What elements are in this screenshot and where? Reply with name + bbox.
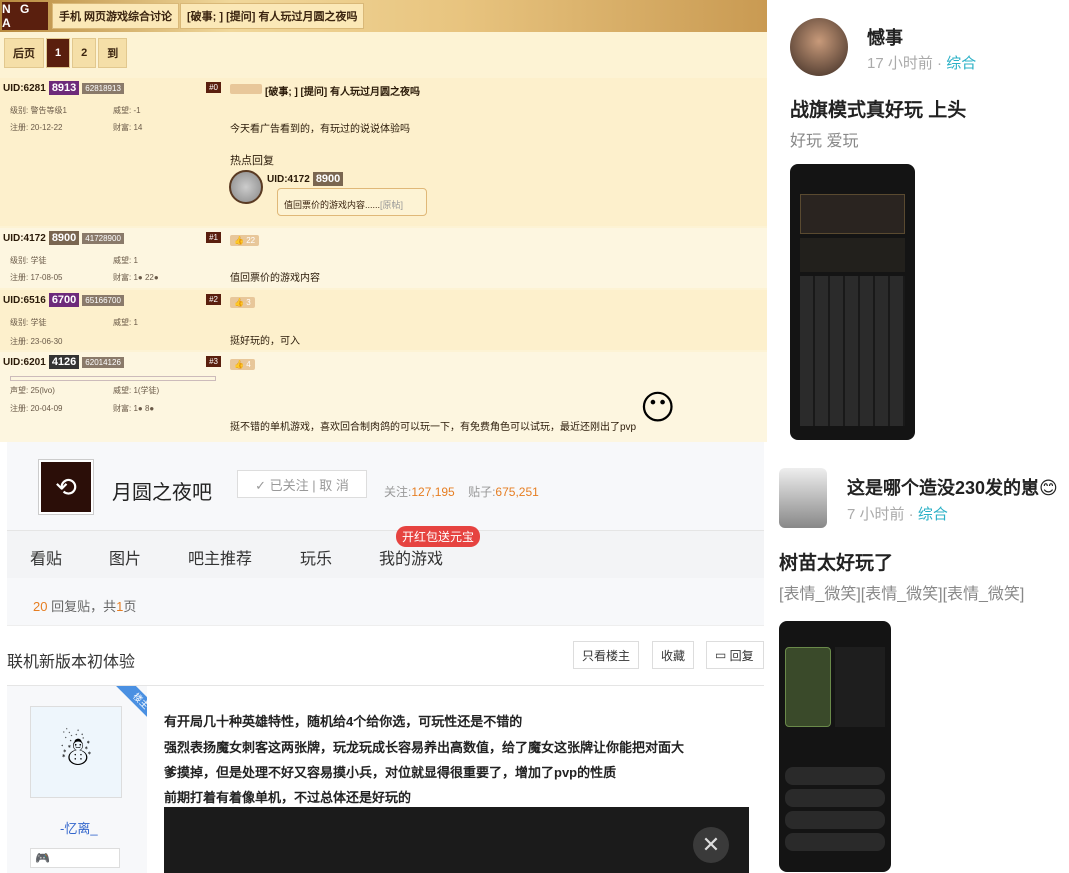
game-badge[interactable]: 🎮 xyxy=(30,848,120,868)
avatar[interactable] xyxy=(790,18,848,76)
favorite-button[interactable]: 收藏 xyxy=(652,641,695,669)
feed-author[interactable]: 这是哪个造没230发的崽😊 xyxy=(847,474,1058,500)
feed-subtitle: 好玩 爱玩 xyxy=(790,133,859,150)
nav-recommend[interactable]: 吧主推荐 xyxy=(188,545,252,569)
post-line-1: 有开局几十种英雄特性，随机给4个给你选，可玩性还是不错的 xyxy=(164,714,523,729)
floor-number[interactable]: #2 xyxy=(206,294,221,305)
feed-image[interactable] xyxy=(779,621,891,872)
emoji-icon: 😊 xyxy=(1039,478,1058,498)
bar-header: ⟲ 月圆之夜吧 ✓ 已关注 | 取 消 关注:127,195 贴子:675,25… xyxy=(7,442,764,530)
user-prestige: 威望: 1 xyxy=(113,318,138,327)
only-op-button[interactable]: 只看楼主 xyxy=(573,641,640,669)
user-reg: 注册: 23-06-30 xyxy=(10,337,63,346)
feed-panel: 憾事 17 小时前 · 综合 战旗模式真好玩 上头 好玩 爱玩 这是哪个造没23… xyxy=(767,0,1069,872)
user-wealth: 财富: 1● 8● xyxy=(113,404,155,413)
user-wealth: 财富: 14 xyxy=(113,123,143,132)
gamepad-icon: 🎮 xyxy=(35,851,50,865)
floor-number[interactable]: #3 xyxy=(206,356,221,367)
post-uid[interactable]: UID:6516 6700 65166700 xyxy=(3,293,223,307)
like-badge[interactable] xyxy=(230,84,262,94)
floor-number[interactable]: #0 xyxy=(206,82,221,93)
user-reg: 注册: 20-04-09 xyxy=(10,404,63,413)
post-row-1: UID:4172 8900 41728900 #1 级别: 学徒 威望: 1 注册:… xyxy=(0,228,767,288)
crumb-thread[interactable]: [破事; ] [提问] 有人玩过月圆之夜吗 xyxy=(180,3,365,29)
red-packet-badge[interactable]: 开红包送元宝 xyxy=(396,526,481,547)
user-reg: 注册: 17-08-05 xyxy=(10,273,63,282)
thread-title: 联机新版本初体验 xyxy=(7,654,136,671)
user-reg: 注册: 20-12-22 xyxy=(10,123,63,132)
post-row-3: UID:6201 4126 62014126 #3 声望: 25(lvo) 威望: … xyxy=(0,352,767,442)
feed-title[interactable]: 树苗太好玩了 xyxy=(779,548,893,575)
avatar[interactable] xyxy=(229,170,263,204)
pager: 后页 1 2 到 xyxy=(4,38,129,68)
reply-count: 20 回复贴，共1页 xyxy=(7,578,764,626)
op-ribbon: 楼主 xyxy=(107,686,147,726)
feed-time: 7 小时前 · 综合 xyxy=(847,506,948,523)
level-bar xyxy=(10,376,216,381)
post-row-0: UID:6281 8913 62818913 #0 级别: 警告等级1 威望: -1… xyxy=(0,78,767,226)
crumb-forum[interactable]: 手机 网页游戏综合讨论 xyxy=(52,3,180,29)
bar-name[interactable]: 月圆之夜吧 xyxy=(112,476,212,505)
post-floor: ☃ -忆离_ 🎮 楼主 有开局几十种英雄特性，随机给4个给你选，可玩性还是不错的… xyxy=(7,685,764,873)
post-video[interactable]: ✕ xyxy=(164,807,749,873)
comment-icon: ▭ xyxy=(715,648,730,662)
post-text: 挺好玩的，可入 xyxy=(230,336,300,347)
user-prestige: 威望: -1 xyxy=(113,106,141,115)
user-level: 级别: 学徒 xyxy=(10,318,47,327)
nga-logo[interactable]: N G A xyxy=(2,2,48,30)
hot-reply-label: 热点回复 xyxy=(230,155,274,167)
post-text: 今天看广告看到的，有玩过的说说体验吗 xyxy=(230,124,410,135)
post-line-3: 爹摸掉，但是处理不好又容易摸小兵，对位就显得很重要了，增加了pvp的性质 xyxy=(164,765,617,780)
feed-subtitle: [表情_微笑][表情_微笑][表情_微笑] xyxy=(779,586,1025,603)
nga-header: N G A 手机 网页游戏综合讨论 [破事; ] [提问] 有人玩过月圆之夜吗 xyxy=(0,0,767,32)
feed-image[interactable] xyxy=(790,164,915,440)
post-title: [破事; ] [提问] 有人玩过月圆之夜吗 xyxy=(265,87,420,98)
nga-forum-panel: N G A 手机 网页游戏综合讨论 [破事; ] [提问] 有人玩过月圆之夜吗 … xyxy=(0,0,767,442)
floor-number[interactable]: #1 xyxy=(206,232,221,243)
hot-reply-uid[interactable]: UID:4172 8900 xyxy=(267,172,344,186)
reply-button[interactable]: ▭ 回复 xyxy=(706,641,764,669)
hot-reply-bubble[interactable]: 值回票价的游戏内容......[原帖] xyxy=(277,188,427,216)
user-level: 级别: 警告等级1 xyxy=(10,106,67,115)
nav-play[interactable]: 玩乐 xyxy=(300,545,332,569)
post-text: 值回票价的游戏内容 xyxy=(230,273,320,284)
post-row-2: UID:6516 6700 65166700 #2 级别: 学徒 威望: 1 注册:… xyxy=(0,290,767,350)
pager-prev[interactable]: 后页 xyxy=(4,38,44,68)
bar-stats: 关注:127,195 贴子:675,251 xyxy=(384,485,539,499)
user-prestige: 威望: 1 xyxy=(113,256,138,265)
post-uid[interactable]: UID:4172 8900 41728900 xyxy=(3,231,223,245)
like-badge[interactable]: 👍 4 xyxy=(230,359,255,370)
feed-title[interactable]: 战旗模式真好玩 上头 xyxy=(790,95,966,122)
post-uid[interactable]: UID:6281 8913 62818913 xyxy=(3,81,223,95)
post-line-2: 强烈表扬魔女刺客这两张牌，玩龙玩成长容易养出高数值，给了魔女这张牌让你能把对面大 xyxy=(164,740,685,755)
pager-page-2[interactable]: 2 xyxy=(72,38,97,68)
tieba-panel: ⟲ 月圆之夜吧 ✓ 已关注 | 取 消 关注:127,195 贴子:675,25… xyxy=(0,442,767,873)
close-icon[interactable]: ✕ xyxy=(693,827,729,863)
user-prestige: 威望: 1(学徒) xyxy=(113,386,160,395)
post-uid[interactable]: UID:6201 4126 62014126 xyxy=(3,355,223,369)
sticker-icon: 😶 xyxy=(640,389,676,427)
nav-images[interactable]: 图片 xyxy=(109,545,141,569)
nav-posts[interactable]: 看贴 xyxy=(30,545,62,569)
follow-button[interactable]: ✓ 已关注 | 取 消 xyxy=(237,470,367,498)
feed-author[interactable]: 憾事 xyxy=(867,24,903,50)
nav-my-games[interactable]: 我的游戏 xyxy=(379,545,443,569)
author-name[interactable]: -忆离_ xyxy=(60,818,98,837)
avatar[interactable] xyxy=(779,468,827,528)
post-text: 挺不错的单机游戏，喜欢回合制肉鸽的可以玩一下，有免费角色可以试玩，最近还刚出了p… xyxy=(230,422,637,433)
like-badge[interactable]: 👍 22 xyxy=(230,235,260,246)
user-level: 声望: 25(lvo) xyxy=(10,386,55,395)
post-line-4: 前期打着有着像单机，不过总体还是好玩的 xyxy=(164,790,412,805)
user-level: 级别: 学徒 xyxy=(10,256,47,265)
bar-nav: 看贴 图片 吧主推荐 玩乐 我的游戏 xyxy=(7,530,764,578)
pager-page-1[interactable]: 1 xyxy=(46,38,71,68)
feed-time: 17 小时前 · 综合 xyxy=(867,55,977,72)
bar-logo-icon[interactable]: ⟲ xyxy=(38,459,94,515)
user-wealth: 财富: 1● 22● xyxy=(113,273,159,282)
pager-goto[interactable]: 到 xyxy=(98,38,128,68)
like-badge[interactable]: 👍 3 xyxy=(230,297,255,308)
